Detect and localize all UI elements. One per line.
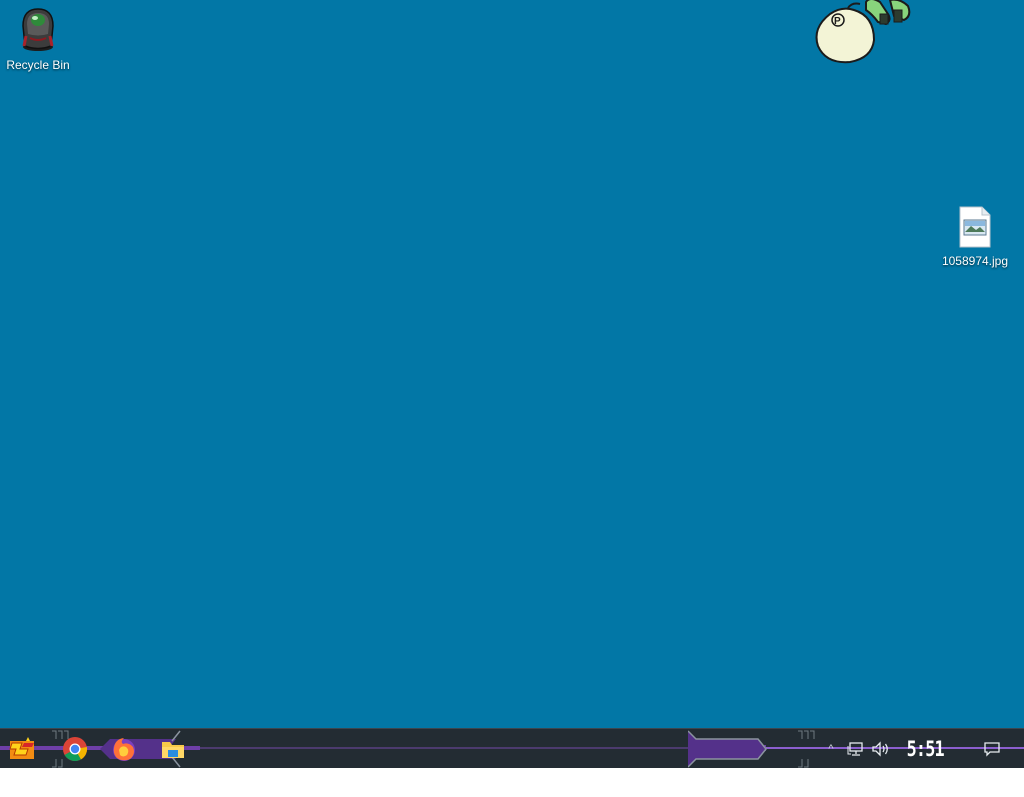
network-tray-button[interactable] (846, 729, 866, 769)
chrome-taskbar-button[interactable] (61, 735, 89, 763)
chevron-up-icon: ^ (828, 743, 834, 755)
file-explorer-taskbar-button[interactable] (159, 735, 187, 763)
image-file-icon (959, 206, 991, 248)
action-center-button[interactable] (980, 729, 1004, 769)
folder-icon (162, 742, 184, 758)
start-icon (9, 737, 34, 759)
taskbar-right-frame (688, 730, 815, 768)
recycle-bin-label: Recycle Bin (6, 58, 70, 72)
notification-icon (984, 742, 1000, 757)
firefox-icon (113, 738, 135, 761)
show-hidden-icons-button[interactable]: ^ (824, 729, 838, 769)
mascot-badge-letter: P (834, 16, 841, 27)
recycle-bin-shortcut[interactable]: Recycle Bin (0, 6, 76, 72)
mascot-sticker: P (815, 0, 911, 64)
taskbar-clock[interactable]: 5:51 AM (898, 733, 952, 793)
volume-tray-button[interactable] (870, 729, 892, 769)
firefox-taskbar-button[interactable] (110, 735, 138, 763)
desktop: Recycle Bin 1058974.jpg P (0, 0, 1024, 728)
chrome-icon (63, 737, 88, 762)
network-icon (847, 742, 863, 756)
taskbar: ^ 5:51 AM (0, 728, 1024, 793)
jpg-file-label: 1058974.jpg (941, 254, 1009, 268)
recycle-bin-icon (22, 8, 54, 51)
volume-icon (872, 741, 888, 757)
jpg-file-shortcut[interactable]: 1058974.jpg (937, 206, 1013, 268)
start-button[interactable] (8, 735, 36, 763)
